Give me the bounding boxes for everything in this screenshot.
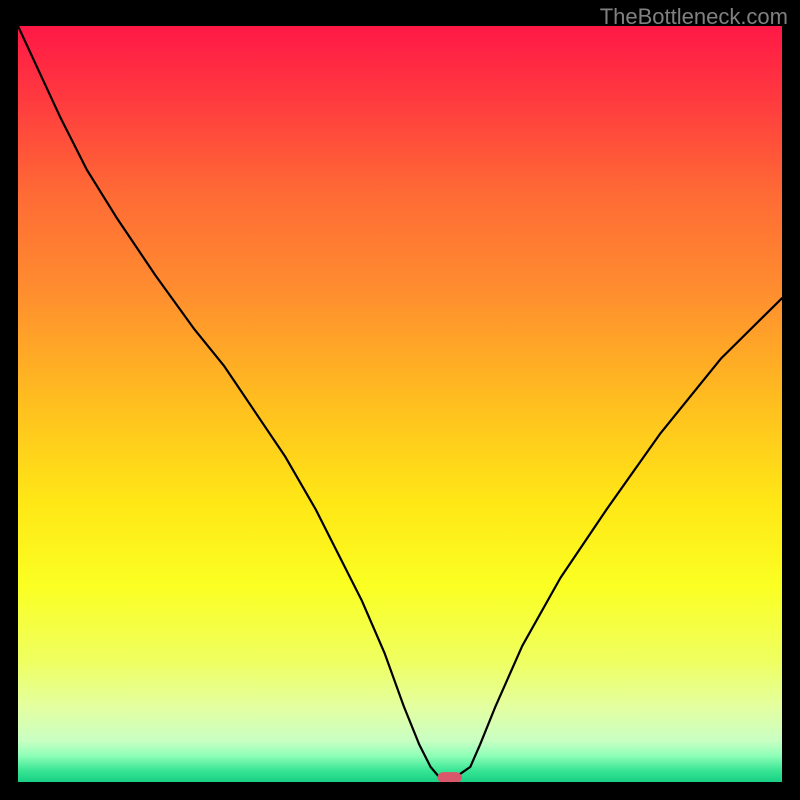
optimum-marker (437, 772, 461, 782)
bottleneck-chart-svg (18, 26, 782, 782)
chart-container: TheBottleneck.com (0, 0, 800, 800)
watermark-text: TheBottleneck.com (600, 4, 788, 30)
gradient-background (18, 26, 782, 782)
plot-area (18, 26, 782, 782)
